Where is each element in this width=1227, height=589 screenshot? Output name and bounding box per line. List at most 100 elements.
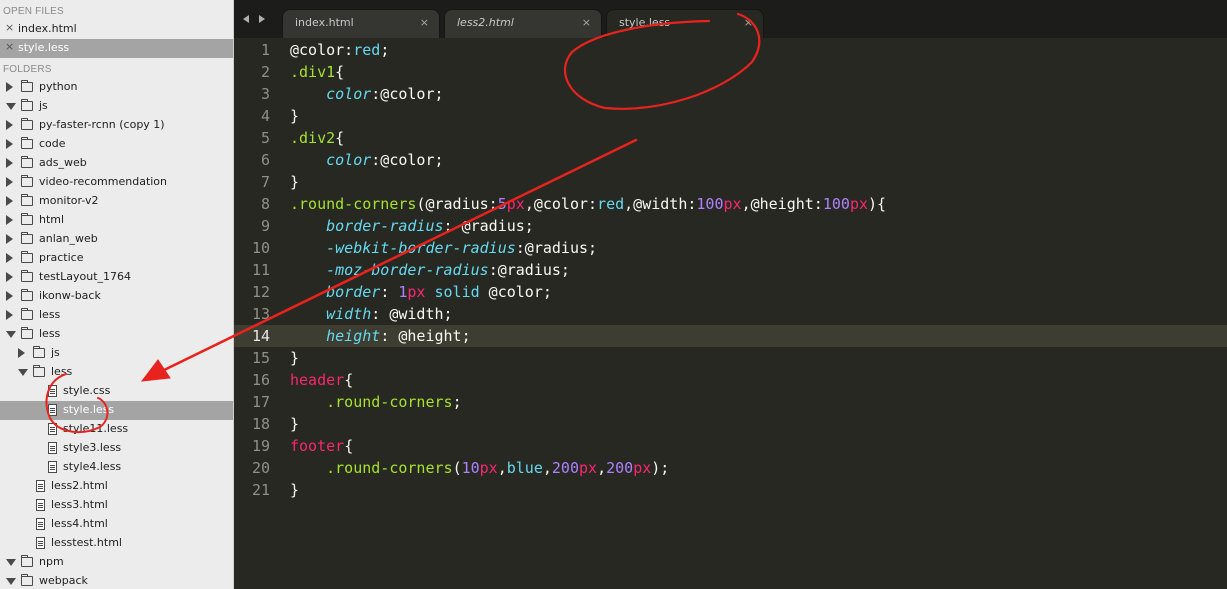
file-item[interactable]: less2.html bbox=[0, 477, 233, 496]
code-token: } bbox=[290, 415, 300, 433]
code-line: border: 1px solid @color; bbox=[290, 281, 552, 303]
folder-item[interactable]: js bbox=[0, 97, 233, 116]
code-token: px bbox=[506, 195, 525, 213]
file-item[interactable]: lesstest.html bbox=[0, 534, 233, 553]
chevron-right-icon[interactable] bbox=[18, 348, 25, 358]
folder-label: py-faster-rcnn (copy 1) bbox=[39, 118, 165, 131]
chevron-right-icon[interactable] bbox=[6, 234, 13, 244]
code-token: { bbox=[335, 129, 345, 147]
code-token: red bbox=[597, 195, 625, 213]
folder-item[interactable]: npm bbox=[0, 553, 233, 572]
line-number: 6 bbox=[260, 151, 270, 169]
open-file-item[interactable]: × index.html bbox=[0, 20, 233, 39]
file-item[interactable]: style11.less bbox=[0, 420, 233, 439]
file-item[interactable]: style.less bbox=[0, 401, 233, 420]
line-number: 17 bbox=[251, 393, 270, 411]
editor-tab[interactable]: style.less × bbox=[606, 9, 764, 38]
folder-item[interactable]: practice bbox=[0, 249, 233, 268]
folder-item[interactable]: code bbox=[0, 135, 233, 154]
chevron-right-icon[interactable] bbox=[6, 82, 13, 92]
editor-tab[interactable]: index.html × bbox=[282, 9, 440, 38]
tab-scroll-right-icon[interactable] bbox=[259, 15, 265, 23]
file-item[interactable]: style4.less bbox=[0, 458, 233, 477]
file-label: less2.html bbox=[51, 479, 108, 492]
folder-item[interactable]: monitor-v2 bbox=[0, 192, 233, 211]
folder-label: practice bbox=[39, 251, 84, 264]
folder-label: less bbox=[39, 327, 61, 340]
chevron-down-icon[interactable] bbox=[6, 559, 16, 566]
code-token: } bbox=[290, 349, 300, 367]
chevron-right-icon[interactable] bbox=[6, 272, 13, 282]
folder-item[interactable]: less bbox=[0, 325, 233, 344]
tab-bar: index.html × less2.html × style.less × bbox=[234, 0, 1227, 39]
folder-item[interactable]: webpack bbox=[0, 572, 233, 589]
chevron-down-icon[interactable] bbox=[18, 369, 28, 376]
folder-icon bbox=[21, 574, 33, 586]
folder-item[interactable]: py-faster-rcnn (copy 1) bbox=[0, 116, 233, 135]
chevron-right-icon[interactable] bbox=[6, 177, 13, 187]
folder-icon bbox=[21, 289, 33, 301]
chevron-right-icon[interactable] bbox=[6, 215, 13, 225]
close-icon[interactable]: × bbox=[582, 16, 591, 29]
chevron-right-icon[interactable] bbox=[6, 310, 13, 320]
folder-icon bbox=[21, 99, 33, 111]
folder-item[interactable]: ikonw-back bbox=[0, 287, 233, 306]
close-icon[interactable]: × bbox=[420, 16, 429, 29]
code-token: } bbox=[290, 481, 300, 499]
close-icon[interactable]: × bbox=[5, 21, 14, 34]
file-icon bbox=[48, 442, 57, 454]
folder-item[interactable]: testLayout_1764 bbox=[0, 268, 233, 287]
chevron-right-icon[interactable] bbox=[6, 158, 13, 168]
chevron-right-icon[interactable] bbox=[6, 120, 13, 130]
close-icon[interactable]: × bbox=[5, 40, 14, 53]
close-icon[interactable]: × bbox=[744, 16, 753, 29]
code-line: } bbox=[290, 105, 299, 127]
file-item[interactable]: style3.less bbox=[0, 439, 233, 458]
code-token: 200 bbox=[551, 459, 579, 477]
code-editor[interactable]: 1 2 3 4 5 6 7 8 9 10 11 12 13 14 15 16 17 18 19 20 21 @color… bbox=[234, 38, 1227, 589]
chevron-right-icon[interactable] bbox=[6, 253, 13, 263]
line-number: 5 bbox=[260, 129, 270, 147]
folder-item[interactable]: ads_web bbox=[0, 154, 233, 173]
folder-item[interactable]: python bbox=[0, 78, 233, 97]
file-icon bbox=[48, 385, 57, 397]
folder-item[interactable]: video-recommendation bbox=[0, 173, 233, 192]
file-item[interactable]: less3.html bbox=[0, 496, 233, 515]
open-file-item[interactable]: × style.less bbox=[0, 39, 233, 58]
chevron-right-icon[interactable] bbox=[6, 139, 13, 149]
chevron-down-icon[interactable] bbox=[6, 103, 16, 110]
code-line: .round-corners(@radius:5px,@color:red,@w… bbox=[290, 193, 886, 215]
tab-label: style.less bbox=[619, 16, 671, 29]
line-number: 13 bbox=[251, 305, 270, 323]
code-token: { bbox=[344, 437, 354, 455]
line-number: 11 bbox=[251, 261, 270, 279]
code-token: width bbox=[326, 305, 372, 323]
code-token: px bbox=[479, 459, 498, 477]
folder-label: js bbox=[51, 346, 60, 359]
folder-item[interactable]: js bbox=[0, 344, 233, 363]
code-line: } bbox=[290, 171, 299, 193]
code-token: ; bbox=[452, 393, 462, 411]
chevron-down-icon[interactable] bbox=[6, 331, 16, 338]
file-item[interactable]: style.css bbox=[0, 382, 233, 401]
tab-scroll-left-icon[interactable] bbox=[243, 15, 249, 23]
line-number: 21 bbox=[251, 481, 270, 499]
folder-item[interactable]: less bbox=[0, 306, 233, 325]
chevron-right-icon[interactable] bbox=[6, 196, 13, 206]
editor-tab[interactable]: less2.html × bbox=[444, 9, 602, 38]
chevron-down-icon[interactable] bbox=[6, 578, 16, 585]
line-number: 18 bbox=[251, 415, 270, 433]
folder-item[interactable]: html bbox=[0, 211, 233, 230]
folder-item[interactable]: less bbox=[0, 363, 233, 382]
folder-item[interactable]: anlan_web bbox=[0, 230, 233, 249]
chevron-right-icon[interactable] bbox=[6, 291, 13, 301]
folder-icon bbox=[21, 175, 33, 187]
code-line: footer{ bbox=[290, 435, 353, 457]
file-item[interactable]: less4.html bbox=[0, 515, 233, 534]
line-number: 14 bbox=[251, 327, 270, 345]
code-token: .round-corners bbox=[290, 195, 417, 213]
